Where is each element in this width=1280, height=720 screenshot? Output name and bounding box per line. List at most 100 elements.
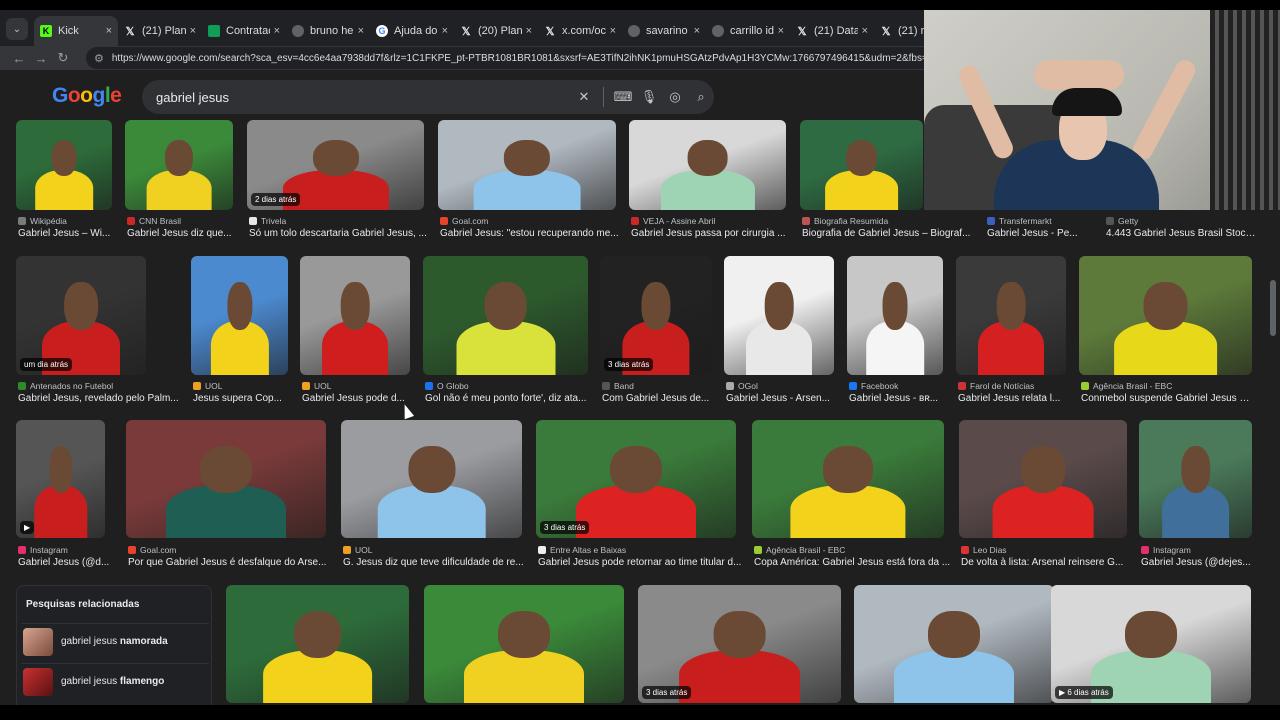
image-caption[interactable]: Gabriel Jesus pode retornar ao time titu… xyxy=(538,557,746,568)
image-caption[interactable]: Gabriel Jesus, revelado pelo Palm... xyxy=(18,393,185,404)
image-result-thumbnail[interactable] xyxy=(438,120,616,210)
image-caption[interactable]: Gabriel Jesus – Wi... xyxy=(18,228,119,239)
image-source[interactable]: O Globo xyxy=(425,381,594,391)
image-source[interactable]: Agência Brasil - EBC xyxy=(1081,381,1251,391)
back-arrow-icon[interactable]: ← xyxy=(8,51,30,66)
image-result-thumbnail[interactable]: 3 dias atrás xyxy=(600,256,712,375)
search-icon[interactable]: ⌕ xyxy=(688,89,714,105)
site-info-icon[interactable]: ⚙ xyxy=(94,52,104,65)
browser-tab[interactable]: bruno hen × xyxy=(286,16,370,46)
image-source[interactable]: Transfermarkt xyxy=(987,216,1098,226)
image-source[interactable]: Antenados no Futebol xyxy=(18,381,185,391)
image-caption[interactable]: Gabriel Jesus - ʙʀ... xyxy=(849,393,950,404)
image-caption[interactable]: Gabriel Jesus - Arsen... xyxy=(726,393,841,404)
image-caption[interactable]: Conmebol suspende Gabriel Jesus d... xyxy=(1081,393,1251,404)
search-input[interactable]: gabriel jesus xyxy=(156,90,571,105)
image-caption[interactable]: Gabriel Jesus relata l... xyxy=(958,393,1073,404)
image-caption[interactable]: Gabriel Jesus (@dejes... xyxy=(1141,557,1261,568)
close-tab-icon[interactable]: × xyxy=(526,25,532,37)
google-logo[interactable]: Google xyxy=(52,84,122,108)
image-source[interactable]: Instagram xyxy=(18,545,120,555)
image-result-thumbnail[interactable]: 3 dias atrás xyxy=(536,420,736,538)
microphone-icon[interactable]: 🎙 xyxy=(636,89,662,105)
close-tab-icon[interactable]: × xyxy=(106,25,112,37)
image-caption[interactable]: 4.443 Gabriel Jesus Brasil Stock ... xyxy=(1106,228,1256,239)
image-result-thumbnail[interactable] xyxy=(16,120,112,210)
image-source[interactable]: Facebook xyxy=(849,381,950,391)
image-source[interactable]: Agência Brasil - EBC xyxy=(754,545,953,555)
scrollbar-thumb[interactable] xyxy=(1270,280,1276,336)
image-result-thumbnail[interactable] xyxy=(629,120,786,210)
close-tab-icon[interactable]: × xyxy=(358,25,364,37)
browser-tab[interactable]: K Kick × xyxy=(34,16,118,46)
image-result-thumbnail[interactable] xyxy=(959,420,1127,538)
image-caption[interactable]: Com Gabriel Jesus de... xyxy=(602,393,718,404)
image-caption[interactable]: Gabriel Jesus passa por cirurgia ... xyxy=(631,228,794,239)
image-result-thumbnail[interactable] xyxy=(800,120,923,210)
forward-arrow-icon[interactable]: → xyxy=(30,51,52,66)
tab-search-chevron-icon[interactable]: ⌄ xyxy=(6,18,28,40)
image-result-thumbnail[interactable] xyxy=(341,420,522,538)
image-result-thumbnail[interactable] xyxy=(847,256,943,375)
image-result-thumbnail[interactable] xyxy=(854,585,1054,703)
image-caption[interactable]: Gabriel Jesus pode d... xyxy=(302,393,417,404)
image-result-thumbnail[interactable] xyxy=(125,120,233,210)
close-tab-icon[interactable]: × xyxy=(274,25,280,37)
image-caption[interactable]: Jesus supera Cop... xyxy=(193,393,294,404)
keyboard-icon[interactable]: ⌨ xyxy=(610,89,636,105)
image-result-thumbnail[interactable]: ▶ 6 dias atrás xyxy=(1051,585,1251,703)
image-source[interactable]: Entre Altas e Baixas xyxy=(538,545,746,555)
close-tab-icon[interactable]: × xyxy=(694,25,700,37)
image-caption[interactable]: Gabriel Jesus: "estou recuperando me... xyxy=(440,228,623,239)
image-source[interactable]: Band xyxy=(602,381,718,391)
related-search-item[interactable]: gabriel jesus flamengo xyxy=(21,663,209,699)
image-source[interactable]: UOL xyxy=(302,381,417,391)
close-tab-icon[interactable]: × xyxy=(778,25,784,37)
image-caption[interactable]: De volta à lista: Arsenal reinsere G... xyxy=(961,557,1133,568)
reload-icon[interactable]: ↻ xyxy=(52,50,74,66)
image-source[interactable]: Getty xyxy=(1106,216,1256,226)
image-result-thumbnail[interactable] xyxy=(724,256,834,375)
image-source[interactable]: Wikipédia xyxy=(18,216,119,226)
image-result-thumbnail[interactable] xyxy=(300,256,410,375)
browser-tab[interactable]: 𝕏 (20) Planet × xyxy=(454,16,538,46)
image-source[interactable]: CNN Brasil xyxy=(127,216,241,226)
image-source[interactable]: Biografia Resumida xyxy=(802,216,979,226)
image-source[interactable]: OGol xyxy=(726,381,841,391)
image-result-thumbnail[interactable]: 2 dias atrás xyxy=(247,120,424,210)
browser-tab[interactable]: G Ajuda do × xyxy=(370,16,454,46)
search-box[interactable]: gabriel jesus ✕ ⌨ 🎙 ◎ ⌕ xyxy=(142,80,714,114)
browser-tab[interactable]: savarino × xyxy=(622,16,706,46)
image-result-thumbnail[interactable] xyxy=(423,256,588,375)
image-source[interactable]: VEJA - Assine Abril xyxy=(631,216,794,226)
image-result-thumbnail[interactable]: 3 dias atrás xyxy=(638,585,841,703)
image-caption[interactable]: Por que Gabriel Jesus é desfalque do Ars… xyxy=(128,557,335,568)
browser-tab[interactable]: 𝕏 (21) Data × xyxy=(790,16,874,46)
image-source[interactable]: UOL xyxy=(193,381,294,391)
close-tab-icon[interactable]: × xyxy=(610,25,616,37)
image-source[interactable]: Farol de Notícias xyxy=(958,381,1073,391)
image-result-thumbnail[interactable] xyxy=(956,256,1066,375)
image-result-thumbnail[interactable] xyxy=(226,585,409,703)
image-caption[interactable]: G. Jesus diz que teve dificuldade de re.… xyxy=(343,557,530,568)
image-source[interactable]: Trivela xyxy=(249,216,432,226)
lens-icon[interactable]: ◎ xyxy=(662,89,688,105)
close-tab-icon[interactable]: × xyxy=(862,25,868,37)
image-caption[interactable]: Só um tolo descartaria Gabriel Jesus, ..… xyxy=(249,228,432,239)
image-result-thumbnail[interactable] xyxy=(752,420,944,538)
image-source[interactable]: UOL xyxy=(343,545,530,555)
image-result-thumbnail[interactable]: ▶ xyxy=(16,420,105,538)
image-source[interactable]: Leo Dias xyxy=(961,545,1133,555)
image-result-thumbnail[interactable] xyxy=(424,585,624,703)
close-tab-icon[interactable]: × xyxy=(190,25,196,37)
image-result-thumbnail[interactable] xyxy=(1139,420,1252,538)
image-caption[interactable]: Biografia de Gabriel Jesus – Biograf... xyxy=(802,228,979,239)
clear-icon[interactable]: ✕ xyxy=(571,89,597,105)
image-caption[interactable]: Gabriel Jesus diz que... xyxy=(127,228,241,239)
close-tab-icon[interactable]: × xyxy=(442,25,448,37)
related-search-item[interactable]: gabriel jesus namorada xyxy=(21,623,209,659)
image-source[interactable]: Instagram xyxy=(1141,545,1261,555)
browser-tab[interactable]: carrillo id × xyxy=(706,16,790,46)
image-result-thumbnail[interactable] xyxy=(1079,256,1252,375)
image-result-thumbnail[interactable] xyxy=(191,256,288,375)
